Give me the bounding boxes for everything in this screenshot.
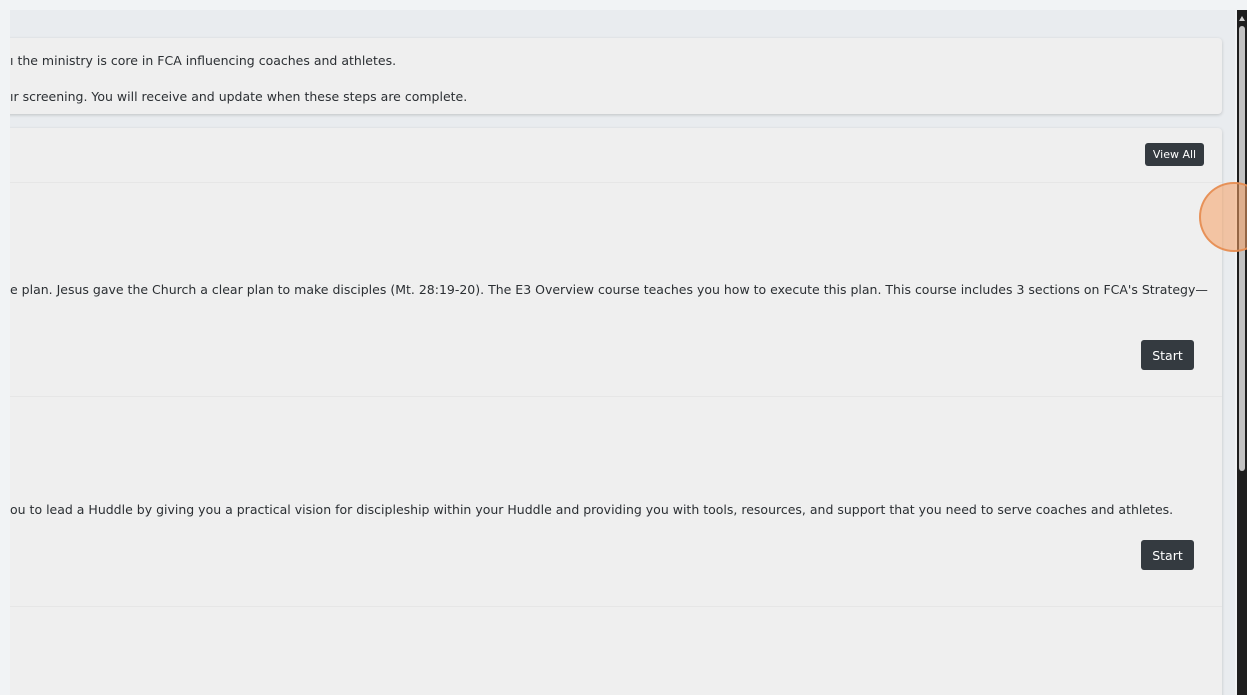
notice-line-2: ır screening. You will receive and updat… [10,89,468,104]
start-course-button[interactable]: Start [1141,540,1194,570]
course-description: e plan. Jesus gave the Church a clear pl… [10,282,1208,297]
screening-notice-card: ı the ministry is core in FCA influencin… [10,38,1222,114]
row-divider [10,396,1222,397]
view-all-button[interactable]: View All [1145,143,1204,166]
courses-card: View All e plan. Jesus gave the Church a… [10,128,1222,695]
start-course-button[interactable]: Start [1141,340,1194,370]
content-viewport: ı the ministry is core in FCA influencin… [10,10,1235,695]
scroll-up-arrow-icon[interactable] [1239,16,1245,21]
vertical-scrollbar[interactable] [1237,10,1247,695]
notice-line-1: ı the ministry is core in FCA influencin… [10,53,397,68]
row-divider [10,606,1222,607]
row-divider [10,182,1222,183]
course-description: ou to lead a Huddle by giving you a prac… [10,502,1174,517]
